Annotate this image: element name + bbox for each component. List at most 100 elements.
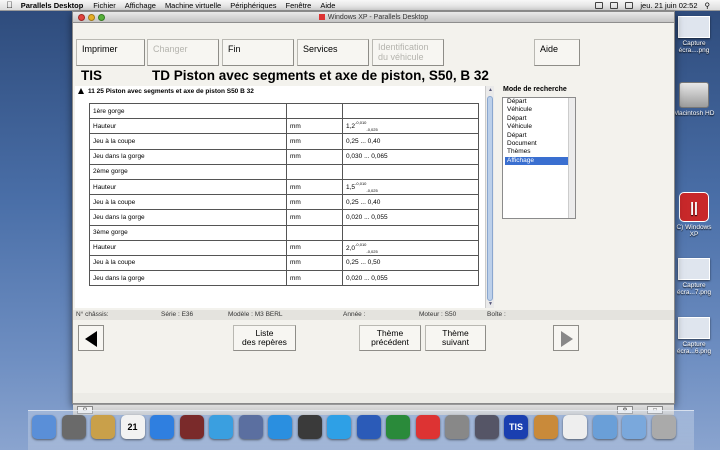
tolerance-lower: -0,025 bbox=[366, 248, 378, 254]
changer-button[interactable]: Changer bbox=[147, 39, 219, 66]
menu-fenetre[interactable]: Fenêtre bbox=[286, 1, 312, 10]
table-row: Jeu dans la gorge mm 0,020 ... 0,055 bbox=[89, 209, 479, 226]
dock-system-prefs-icon[interactable] bbox=[445, 415, 469, 439]
tolerance-upper: -0,010 bbox=[355, 241, 367, 247]
dock-time-machine-icon[interactable] bbox=[297, 415, 322, 439]
scroll-thumb[interactable] bbox=[487, 96, 493, 301]
parallels-status-icon[interactable] bbox=[595, 1, 604, 9]
table-row: Hauteur mm 2,0-0,010-0,025 bbox=[89, 239, 479, 256]
mode-item[interactable]: Véhicule bbox=[505, 106, 575, 114]
mode-item[interactable]: Véhicule bbox=[505, 123, 575, 131]
desktop-windows-xp[interactable]: || C) Windows XP bbox=[672, 192, 716, 238]
document-scrollbar[interactable]: ▲ ▼ bbox=[485, 86, 494, 308]
aide-button[interactable]: Aide bbox=[534, 39, 580, 66]
dock-excel-icon[interactable] bbox=[386, 415, 410, 439]
cell-unit: mm bbox=[286, 209, 343, 226]
mode-item[interactable]: Départ bbox=[505, 115, 575, 123]
cell-value bbox=[342, 163, 479, 180]
dock-word-icon[interactable] bbox=[356, 415, 381, 439]
menu-app-name[interactable]: Parallels Desktop bbox=[21, 1, 84, 10]
dock-preview-icon[interactable] bbox=[91, 415, 115, 439]
hard-drive-icon bbox=[679, 82, 709, 108]
dock-trash-utility-icon[interactable] bbox=[474, 415, 499, 439]
battery-icon[interactable] bbox=[625, 1, 634, 9]
mode-list-scrollbar[interactable] bbox=[568, 98, 575, 218]
cell-label: Hauteur bbox=[89, 239, 287, 256]
desktop-capture-7[interactable]: Capture écra...7.png bbox=[672, 258, 716, 296]
menu-affichage[interactable]: Affichage bbox=[125, 1, 156, 10]
cell-value: 0,25 ... 0,40 bbox=[342, 194, 479, 211]
mode-item[interactable]: Départ bbox=[505, 132, 575, 140]
liste-des-reperes-button[interactable]: Liste des repères bbox=[233, 325, 296, 351]
scroll-down-icon[interactable]: ▼ bbox=[486, 300, 495, 308]
arrow-right-icon bbox=[561, 331, 573, 347]
dock-photo-booth-icon[interactable] bbox=[179, 415, 204, 439]
identification-vehicule-button[interactable]: Identification du véhicule bbox=[372, 39, 444, 66]
dock-textedit-icon[interactable] bbox=[563, 415, 587, 439]
apple-menu-icon[interactable]:  bbox=[6, 0, 13, 10]
spotlight-icon[interactable]: ⚲ bbox=[705, 1, 711, 10]
imprimer-button[interactable]: Imprimer bbox=[76, 39, 145, 66]
theme-precedent-button[interactable]: Thème précédent bbox=[359, 325, 421, 351]
parallels-vm-icon: || bbox=[679, 192, 709, 222]
table-row: Jeu à la coupe mm 0,25 ... 0,40 bbox=[89, 133, 479, 150]
menu-peripheriques[interactable]: Périphériques bbox=[230, 1, 276, 10]
window-titlebar[interactable]: Windows XP - Parallels Desktop bbox=[73, 12, 674, 23]
desktop-capture-1[interactable]: Capture écra....png bbox=[672, 16, 716, 54]
info-moteur: Moteur : S50 bbox=[419, 311, 457, 318]
dock-home-icon[interactable] bbox=[533, 415, 558, 439]
cell-value: 0,25 ... 0,40 bbox=[342, 133, 479, 150]
desktop-capture-6[interactable]: Capture écra...6.png bbox=[672, 317, 716, 355]
info-chassis: N° châssis: bbox=[76, 311, 109, 318]
dock-itunes-icon[interactable] bbox=[209, 415, 233, 439]
mode-item[interactable]: Affichage bbox=[505, 156, 575, 166]
dock-tis-icon[interactable]: TIS bbox=[504, 415, 528, 439]
clock[interactable]: jeu. 21 juin 02:52 bbox=[640, 1, 697, 10]
info-modele: Modèle : M3 BERL bbox=[228, 311, 283, 318]
dock-app-store-icon[interactable] bbox=[150, 415, 174, 439]
mode-recherche-list[interactable]: Départ Véhicule Départ Véhicule Départ Docume… bbox=[502, 97, 576, 219]
menu-aide[interactable]: Aide bbox=[320, 1, 335, 10]
mode-item[interactable]: Document bbox=[505, 140, 575, 148]
cell-label: Hauteur bbox=[89, 178, 287, 196]
theme-suivant-button[interactable]: Thème suivant bbox=[425, 325, 486, 351]
cell-unit: mm bbox=[286, 254, 343, 272]
cell-unit: mm bbox=[286, 133, 343, 150]
dock-trash-icon[interactable] bbox=[651, 415, 676, 439]
info-serie: Série : E36 bbox=[161, 311, 194, 318]
wifi-icon[interactable] bbox=[610, 1, 619, 9]
dock-folder-icon[interactable] bbox=[592, 415, 617, 439]
cell-unit bbox=[286, 163, 343, 180]
close-icon[interactable] bbox=[78, 14, 85, 21]
cell-unit: mm bbox=[286, 148, 343, 165]
zoom-icon[interactable] bbox=[98, 14, 105, 21]
table-row: 3ème gorge bbox=[89, 224, 479, 241]
menu-machine-virtuelle[interactable]: Machine virtuelle bbox=[165, 1, 221, 10]
desktop-macintosh-hd[interactable]: Macintosh HD bbox=[672, 82, 716, 117]
dock-folder-2-icon[interactable] bbox=[622, 415, 646, 439]
next-arrow-button[interactable] bbox=[553, 325, 579, 351]
dock-launchpad-icon[interactable] bbox=[61, 415, 86, 439]
dock-skype-icon[interactable] bbox=[327, 415, 351, 439]
cell-value bbox=[342, 102, 479, 120]
cell-label: Jeu dans la gorge bbox=[89, 209, 287, 226]
spec-table: 1ère gorge Hauteur mm 1,2-0,010-0,025 Jeu à … bbox=[89, 102, 479, 287]
fin-button[interactable]: Fin bbox=[222, 39, 294, 66]
dock-calendar-icon[interactable]: 21 bbox=[120, 415, 145, 439]
mode-item[interactable]: Thèmes bbox=[505, 148, 575, 156]
info-boite: Boîte : bbox=[487, 311, 506, 318]
cell-value: 0,020 ... 0,055 bbox=[342, 209, 479, 226]
scroll-up-icon[interactable]: ▲ bbox=[486, 86, 495, 94]
services-button[interactable]: Services bbox=[297, 39, 369, 66]
dock-parallels-icon[interactable] bbox=[415, 415, 440, 439]
dock-finder-icon[interactable] bbox=[32, 415, 56, 439]
mode-item[interactable]: Départ bbox=[505, 98, 575, 106]
previous-arrow-button[interactable] bbox=[78, 325, 104, 351]
cell-unit bbox=[286, 224, 343, 241]
minimize-icon[interactable] bbox=[88, 14, 95, 21]
cell-value: 1,2-0,010-0,025 bbox=[342, 118, 479, 135]
dock-preview-2-icon[interactable] bbox=[238, 415, 263, 439]
menu-fichier[interactable]: Fichier bbox=[93, 1, 116, 10]
cell-label: Jeu à la coupe bbox=[89, 194, 287, 211]
dock-safari-icon[interactable] bbox=[268, 415, 292, 439]
